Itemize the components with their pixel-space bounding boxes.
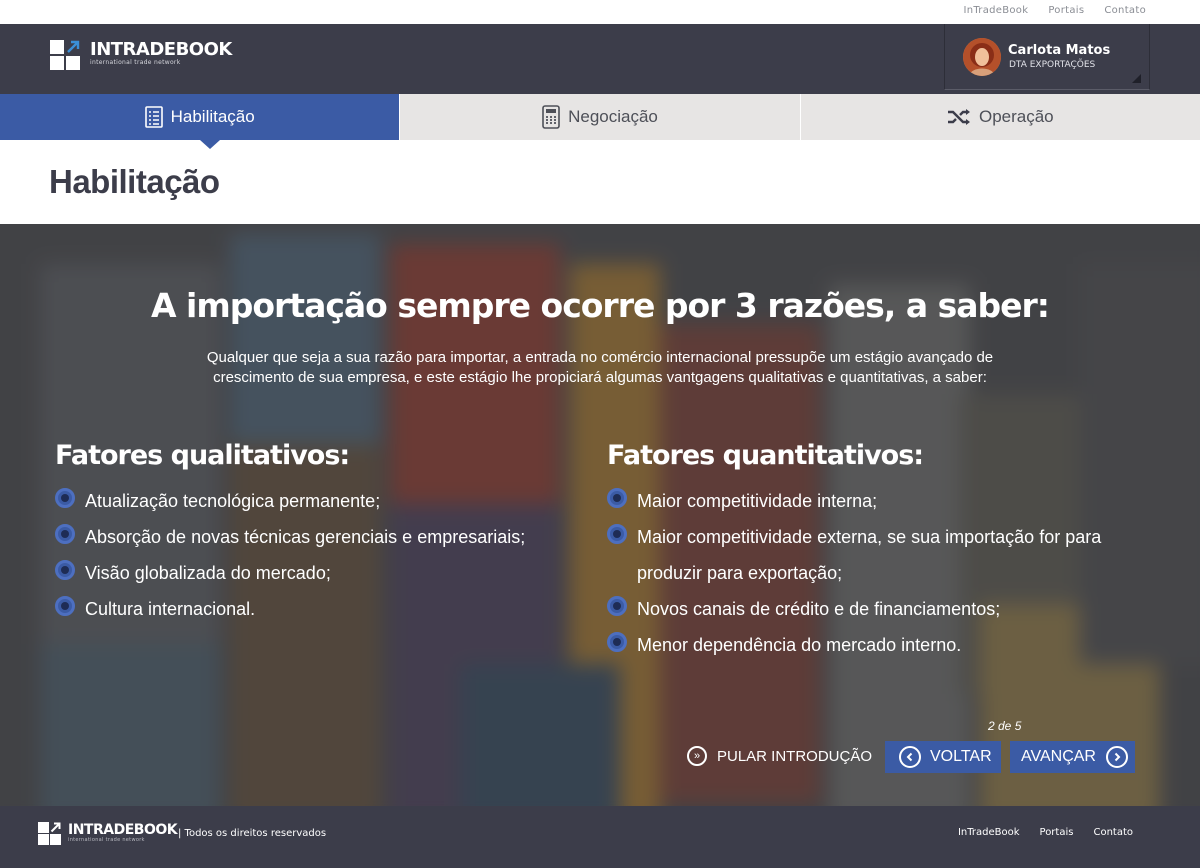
quantitative-title: Fatores quantitativos: — [607, 440, 924, 471]
logo-mark-icon — [38, 822, 61, 845]
qualitative-title: Fatores qualitativos: — [55, 440, 350, 471]
bullet-icon — [607, 488, 627, 508]
caret-down-icon — [1132, 74, 1141, 83]
next-button[interactable]: AVANÇAR — [1010, 741, 1135, 773]
quantitative-factors: Fatores quantitativos: Maior competitivi… — [607, 440, 1107, 663]
footer-links: InTradeBook Portais Contato — [958, 827, 1133, 838]
footer-logo[interactable]: INTRADEBOOK international trade network — [38, 822, 178, 845]
back-label: VOLTAR — [930, 748, 992, 765]
top-links: InTradeBook Portais Contato — [963, 5, 1146, 16]
list-item: Novos canais de crédito e de financiamen… — [607, 591, 1107, 627]
top-link-portais[interactable]: Portais — [1048, 5, 1084, 16]
bullet-icon — [55, 488, 75, 508]
main-tabs: Habilitação Negociação Operação — [0, 94, 1200, 149]
brand-tagline: international trade network — [90, 59, 181, 66]
top-link-intradebook[interactable]: InTradeBook — [963, 5, 1028, 16]
bullet-icon — [607, 596, 627, 616]
bullet-icon — [55, 560, 75, 580]
list-item: Cultura internacional. — [55, 591, 555, 627]
bullet-icon — [55, 596, 75, 616]
user-menu[interactable]: Carlota Matos DTA EXPORTAÇÕES — [944, 24, 1150, 90]
tab-operacao[interactable]: Operação — [799, 94, 1200, 140]
tab-label: Habilitação — [170, 107, 255, 126]
list-item: Menor dependência do mercado interno. — [607, 627, 1107, 663]
user-name: Carlota Matos — [1008, 43, 1111, 58]
top-utility-bar: InTradeBook Portais Contato — [0, 0, 1200, 24]
page-indicator: 2 de 5 — [988, 719, 1022, 733]
tab-negociacao[interactable]: Negociação — [399, 94, 800, 140]
top-link-contato[interactable]: Contato — [1104, 5, 1146, 16]
header: INTRADEBOOK international trade network … — [0, 24, 1200, 94]
avatar — [963, 38, 1001, 76]
user-role: DTA EXPORTAÇÕES — [1009, 60, 1096, 70]
list-item: Maior competitividade externa, se sua im… — [607, 519, 1107, 591]
page-title: Habilitação — [49, 163, 220, 200]
list-item: Visão globalizada do mercado; — [55, 555, 555, 591]
bullet-icon — [607, 524, 627, 544]
brand-logo[interactable]: INTRADEBOOK international trade network — [50, 40, 232, 70]
shuffle-icon — [947, 108, 971, 126]
next-label: AVANÇAR — [1021, 748, 1096, 765]
intro-hero: A importação sempre ocorre por 3 razões,… — [0, 224, 1200, 806]
hero-title: A importação sempre ocorre por 3 razões,… — [151, 286, 1050, 325]
double-chevron-right-icon: » — [687, 746, 707, 766]
qualitative-factors: Fatores qualitativos: Atualização tecnol… — [55, 440, 555, 627]
bullet-icon — [55, 524, 75, 544]
bullet-icon — [607, 632, 627, 652]
footer-link-intradebook[interactable]: InTradeBook — [958, 827, 1020, 838]
footer: INTRADEBOOK international trade network … — [0, 806, 1200, 868]
chevron-right-icon — [1105, 746, 1128, 768]
calculator-icon — [542, 105, 560, 129]
checklist-icon — [144, 106, 163, 128]
footer-link-portais[interactable]: Portais — [1040, 827, 1074, 838]
logo-mark-icon — [50, 40, 80, 70]
hero-intro: Qualquer que seja a sua razão para impor… — [206, 349, 994, 386]
footer-link-contato[interactable]: Contato — [1093, 827, 1133, 838]
chevron-left-icon — [899, 746, 921, 768]
list-item: Maior competitividade interna; — [607, 483, 1107, 519]
copyright: | Todos os direitos reservados — [178, 828, 327, 839]
brand-name: INTRADEBOOK — [90, 39, 232, 60]
list-item: Atualização tecnológica permanente; — [55, 483, 555, 519]
footer-brand-name: INTRADEBOOK — [68, 822, 178, 838]
tab-habilitacao[interactable]: Habilitação — [0, 94, 400, 149]
tab-label: Operação — [978, 107, 1054, 126]
back-button[interactable]: VOLTAR — [885, 741, 1001, 773]
skip-intro-button[interactable]: » PULAR INTRODUÇÃO — [687, 746, 872, 766]
skip-intro-label: PULAR INTRODUÇÃO — [717, 747, 873, 765]
tab-label: Negociação — [568, 107, 658, 126]
list-item: Absorção de novas técnicas gerenciais e … — [55, 519, 555, 555]
